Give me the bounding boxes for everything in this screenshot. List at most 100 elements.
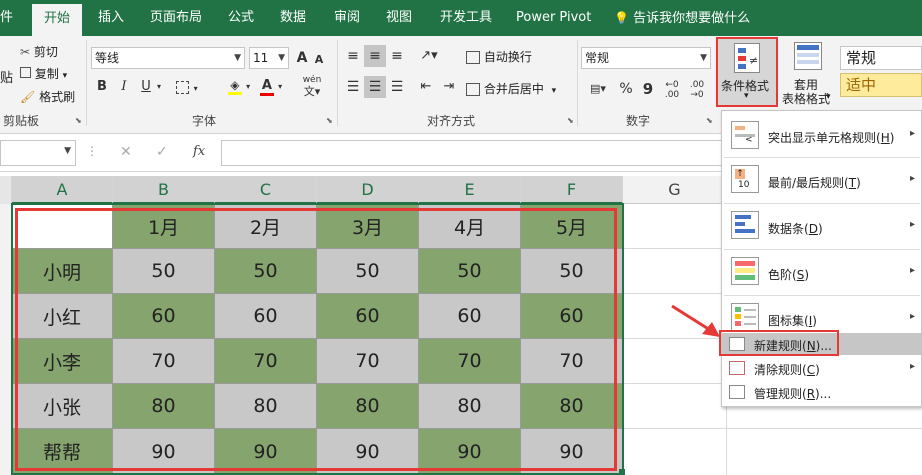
value-cell[interactable]: 80 bbox=[521, 384, 623, 429]
value-cell[interactable]: 70 bbox=[521, 339, 623, 384]
format-painter-button[interactable]: 🖌 格式刷 bbox=[20, 88, 75, 105]
menu-item-top-bottom-rules[interactable]: ↑ 10 最前/最后规则(T) ▸ bbox=[722, 159, 921, 201]
value-cell[interactable]: 60 bbox=[317, 294, 419, 339]
wrap-text-button[interactable]: 自动换行 bbox=[466, 48, 532, 65]
increase-font-icon[interactable]: A bbox=[294, 47, 310, 69]
bold-button[interactable]: B bbox=[94, 76, 110, 98]
column-header-f[interactable]: F bbox=[521, 176, 623, 204]
number-launcher-icon[interactable]: ⬊ bbox=[706, 116, 713, 125]
menu-item-highlight-cells-rules[interactable]: < 突出显示单元格规则(H) ▸ bbox=[722, 115, 921, 155]
value-cell[interactable]: 60 bbox=[521, 294, 623, 339]
tab-insert[interactable]: 插入 bbox=[98, 0, 124, 36]
fill-color-button[interactable]: ◈ ▾ bbox=[224, 75, 254, 97]
value-cell[interactable]: 90 bbox=[521, 429, 623, 475]
menu-item-clear-rules[interactable]: 清除规则(C) ▸ bbox=[722, 357, 921, 379]
row-name-cell[interactable]: 小李 bbox=[12, 339, 113, 384]
font-launcher-icon[interactable]: ⬊ bbox=[326, 116, 333, 125]
menu-item-color-scales[interactable]: 色阶(S) ▸ bbox=[722, 251, 921, 293]
insert-function-button[interactable]: fx bbox=[193, 144, 205, 159]
align-right-icon[interactable]: ☰ bbox=[387, 76, 407, 98]
font-size-select[interactable]: 11 ▼ bbox=[249, 47, 289, 69]
align-center-icon[interactable]: ☰ bbox=[364, 76, 386, 98]
clipboard-launcher-icon[interactable]: ⬊ bbox=[75, 116, 82, 125]
font-color-button[interactable]: A ▾ bbox=[256, 75, 286, 97]
menu-item-new-rule[interactable]: 新建规则(N)... bbox=[722, 333, 921, 355]
tab-power-pivot[interactable]: Power Pivot bbox=[516, 0, 591, 36]
phonetic-button[interactable]: wén 文▾ bbox=[298, 74, 326, 98]
conditional-formatting-button[interactable]: ≠ 条件格式 ▾ bbox=[716, 37, 778, 107]
font-name-select[interactable]: 等线 ▼ bbox=[91, 47, 245, 69]
number-format-select[interactable]: 常规 ▼ bbox=[581, 47, 711, 69]
increase-indent-icon[interactable]: ⇥ bbox=[438, 76, 460, 98]
cut-button[interactable]: ✂ 剪切 bbox=[20, 43, 58, 60]
percent-button[interactable]: % bbox=[616, 78, 636, 100]
value-cell[interactable]: 50 bbox=[215, 249, 317, 294]
align-left-icon[interactable]: ☰ bbox=[343, 76, 363, 98]
borders-button[interactable]: ▾ bbox=[170, 77, 204, 99]
menu-item-manage-rules[interactable]: 管理规则(R)... bbox=[722, 381, 921, 403]
copy-button[interactable]: 复制 ▾ bbox=[20, 65, 67, 82]
value-cell[interactable]: 60 bbox=[215, 294, 317, 339]
header-cell-month[interactable]: 2月 bbox=[215, 204, 317, 249]
column-header-b[interactable]: B bbox=[113, 176, 215, 204]
value-cell[interactable]: 50 bbox=[419, 249, 521, 294]
value-cell[interactable]: 90 bbox=[419, 429, 521, 475]
header-cell-month[interactable]: 3月 bbox=[317, 204, 419, 249]
column-header-g[interactable]: G bbox=[623, 176, 727, 204]
merge-center-button[interactable]: 合并后居中 ▾ bbox=[466, 80, 556, 97]
chevron-down-icon[interactable]: ▾ bbox=[154, 76, 164, 98]
tell-me-search[interactable]: 💡 告诉我你想要做什么 bbox=[614, 0, 750, 36]
value-cell[interactable]: 70 bbox=[215, 339, 317, 384]
value-cell[interactable]: 80 bbox=[215, 384, 317, 429]
comma-button[interactable]: 9 bbox=[640, 78, 656, 100]
header-cell-month[interactable]: 4月 bbox=[419, 204, 521, 249]
column-header-e[interactable]: E bbox=[419, 176, 521, 204]
currency-icon[interactable]: ▤▾ bbox=[584, 78, 612, 100]
value-cell[interactable]: 50 bbox=[317, 249, 419, 294]
value-cell[interactable]: 90 bbox=[215, 429, 317, 475]
cancel-edit-icon[interactable]: ✕ bbox=[120, 144, 132, 160]
format-as-table-button[interactable]: 套用 表格格式 ▾ bbox=[782, 40, 834, 106]
underline-button[interactable]: U bbox=[138, 76, 154, 98]
column-header-c[interactable]: C bbox=[215, 176, 317, 204]
header-cell-month[interactable]: 5月 bbox=[521, 204, 623, 249]
value-cell[interactable]: 60 bbox=[419, 294, 521, 339]
column-header-a[interactable]: A bbox=[12, 176, 113, 204]
row-name-cell[interactable]: 帮帮 bbox=[12, 429, 113, 475]
tab-home[interactable]: 开始 bbox=[32, 4, 83, 36]
value-cell[interactable]: 80 bbox=[317, 384, 419, 429]
value-cell[interactable]: 80 bbox=[113, 384, 215, 429]
align-bottom-icon[interactable]: ≡ bbox=[387, 45, 407, 67]
header-cell-month[interactable]: 1月 bbox=[113, 204, 215, 249]
value-cell[interactable]: 50 bbox=[521, 249, 623, 294]
orientation-icon[interactable]: ↗▾ bbox=[414, 45, 444, 67]
confirm-edit-icon[interactable]: ✓ bbox=[156, 144, 168, 160]
style-normal[interactable]: 常规 bbox=[840, 46, 922, 70]
tab-view[interactable]: 视图 bbox=[386, 0, 412, 36]
row-name-cell[interactable]: 小红 bbox=[12, 294, 113, 339]
tab-file[interactable]: 件 bbox=[0, 0, 13, 36]
value-cell[interactable]: 70 bbox=[113, 339, 215, 384]
decrease-decimal-icon[interactable]: .00 →0 bbox=[686, 78, 708, 100]
italic-button[interactable]: I bbox=[116, 76, 132, 98]
value-cell[interactable]: 50 bbox=[113, 249, 215, 294]
tab-page-layout[interactable]: 页面布局 bbox=[150, 0, 202, 36]
value-cell[interactable]: 70 bbox=[317, 339, 419, 384]
select-all-corner[interactable] bbox=[0, 176, 12, 204]
alignment-launcher-icon[interactable]: ⬊ bbox=[567, 116, 574, 125]
tab-data[interactable]: 数据 bbox=[280, 0, 306, 36]
row-name-cell[interactable]: 小张 bbox=[12, 384, 113, 429]
decrease-font-icon[interactable]: A bbox=[312, 49, 326, 71]
row-name-cell[interactable]: 小明 bbox=[12, 249, 113, 294]
column-header-d[interactable]: D bbox=[317, 176, 419, 204]
value-cell[interactable]: 90 bbox=[113, 429, 215, 475]
fill-handle[interactable] bbox=[619, 469, 625, 475]
name-box[interactable]: ▼ bbox=[0, 140, 76, 166]
menu-item-data-bars[interactable]: 数据条(D) ▸ bbox=[722, 205, 921, 247]
increase-decimal-icon[interactable]: ←0.00 bbox=[662, 78, 682, 100]
align-middle-icon[interactable]: ≡ bbox=[364, 45, 386, 67]
value-cell[interactable]: 60 bbox=[113, 294, 215, 339]
style-neutral[interactable]: 适中 bbox=[840, 73, 922, 97]
value-cell[interactable]: 70 bbox=[419, 339, 521, 384]
menu-item-icon-sets[interactable]: 图标集(I) ▸ bbox=[722, 297, 921, 337]
